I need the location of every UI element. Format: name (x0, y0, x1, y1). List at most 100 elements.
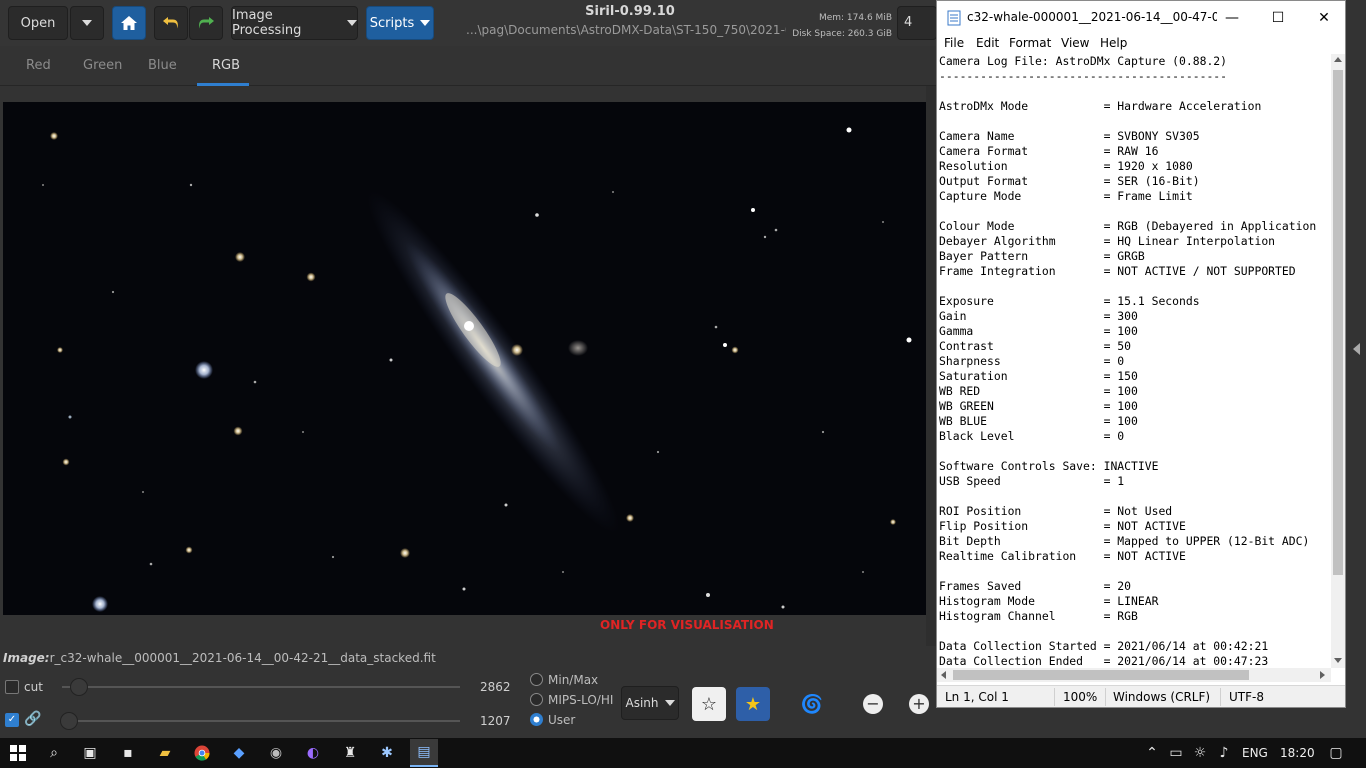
channel-tabs: Red Green Blue RGB (0, 46, 936, 86)
visualisation-warning: ONLY FOR VISUALISATION (600, 618, 774, 632)
notepad-taskbar-button[interactable]: ▤ (410, 739, 438, 767)
notepad-titlebar[interactable]: c32-whale-000001__2021-06-14__00-47-08__… (937, 1, 1345, 35)
maximize-button[interactable]: ☐ (1255, 5, 1301, 31)
disk-space: Disk Space: 260.3 GiB (792, 29, 892, 39)
chevron-down-icon (82, 20, 92, 26)
horizontal-scroll-thumb[interactable] (953, 670, 1249, 680)
image-info-label: Image: (3, 651, 50, 665)
undo-button[interactable] (154, 6, 188, 40)
chrome-icon (194, 745, 210, 761)
taskbar-app-2[interactable]: ◆ (225, 742, 253, 764)
cut-checkbox[interactable] (5, 680, 19, 694)
vertical-scrollbar[interactable] (1331, 54, 1345, 668)
viewport-gutter (926, 86, 936, 646)
start-button[interactable] (4, 742, 32, 764)
mips-label: MIPS-LO/HI (548, 693, 614, 707)
battery-button[interactable]: ▭ (1164, 742, 1188, 764)
search-button[interactable]: ⌕ (40, 742, 68, 764)
scroll-up-icon[interactable] (1334, 57, 1342, 62)
low-slider-track[interactable] (62, 720, 460, 722)
user-radio[interactable] (530, 713, 543, 726)
text-line: Frame Integration = NOT ACTIVE / NOT SUP… (939, 264, 1296, 278)
low-slider-handle[interactable] (60, 712, 78, 730)
memory-info: Mem: 174.6 MiB Disk Space: 260.3 GiB (792, 10, 892, 42)
image-viewport[interactable] (3, 102, 926, 615)
tab-blue[interactable]: Blue (148, 58, 177, 73)
stretch-dropdown[interactable]: Asinh (621, 686, 679, 720)
mips-radio[interactable] (530, 693, 543, 706)
folder-icon: ▰ (159, 745, 171, 761)
color-saturation-button[interactable]: ★ (736, 687, 770, 721)
taskbar-app-1[interactable]: ▪ (114, 742, 142, 764)
stretch-label: Asinh (625, 696, 659, 710)
negative-view-button[interactable]: ☆ (692, 687, 726, 721)
text-line: Data Collection Started = 2021/06/14 at … (939, 639, 1269, 653)
taskbar-app-3[interactable]: ◉ (262, 742, 290, 764)
taskbar-app-5[interactable]: ♜ (336, 742, 364, 764)
active-tab-indicator (197, 83, 249, 86)
link-checkbox[interactable]: ✓ (5, 713, 19, 727)
text-line: Camera Format = RAW 16 (939, 144, 1159, 158)
high-slider-handle[interactable] (70, 678, 88, 696)
notepad-text-area[interactable]: Camera Log File: AstroDMx Capture (0.88.… (939, 54, 1331, 669)
text-line: USB Speed = 1 (939, 474, 1125, 488)
app-icon: ◉ (269, 745, 283, 761)
app-icon: ♜ (343, 745, 357, 761)
minmax-radio[interactable] (530, 673, 543, 686)
menu-file[interactable]: File (944, 36, 964, 50)
chevron-left-icon[interactable] (1353, 343, 1360, 355)
horizontal-scrollbar[interactable] (937, 668, 1331, 682)
text-line: ----------------------------------------… (939, 69, 1228, 83)
zoom-in-button[interactable]: + (902, 687, 936, 721)
chrome-button[interactable] (188, 742, 216, 764)
thread-count-spinner[interactable]: 4 (897, 6, 937, 40)
image-processing-menu[interactable]: Image Processing (231, 6, 358, 40)
chevron-up-icon: ⌃ (1146, 745, 1158, 761)
notepad-window[interactable]: c32-whale-000001__2021-06-14__00-47-08__… (936, 0, 1346, 708)
redo-button[interactable] (189, 6, 223, 40)
text-line: Debayer Algorithm = HQ Linear Interpolat… (939, 234, 1276, 248)
menu-format[interactable]: Format (1009, 36, 1051, 50)
open-button[interactable]: Open (8, 6, 68, 40)
tab-rgb[interactable]: RGB (212, 58, 240, 73)
text-line: WB RED = 100 (939, 384, 1138, 398)
network-button[interactable]: ☼ (1188, 742, 1212, 764)
scroll-right-icon[interactable] (1320, 671, 1325, 679)
close-button[interactable]: ✕ (1301, 5, 1347, 31)
menu-edit[interactable]: Edit (976, 36, 999, 50)
text-line: WB BLUE = 100 (939, 414, 1138, 428)
zoom-out-button[interactable]: − (856, 687, 890, 721)
home-button[interactable] (112, 6, 146, 40)
minimize-button[interactable]: — (1209, 5, 1255, 31)
file-explorer-button[interactable]: ▰ (151, 742, 179, 764)
action-center-button[interactable]: ▢ (1322, 742, 1350, 764)
cursor-position: Ln 1, Col 1 (945, 690, 1009, 704)
clock[interactable]: 18:20 (1280, 746, 1315, 760)
text-line (939, 84, 1331, 99)
menu-help[interactable]: Help (1100, 36, 1127, 50)
scripts-menu[interactable]: Scripts (366, 6, 434, 40)
tab-green[interactable]: Green (83, 58, 122, 73)
scroll-down-icon[interactable] (1334, 658, 1342, 663)
undo-icon (163, 17, 178, 29)
show-hidden-icons[interactable]: ⌃ (1140, 742, 1164, 764)
high-slider-track[interactable] (62, 686, 460, 688)
text-line: Saturation = 150 (939, 369, 1138, 383)
tab-red[interactable]: Red (26, 58, 51, 73)
text-line: Black Level = 0 (939, 429, 1125, 443)
text-line: AstroDMx Mode = Hardware Acceleration (939, 99, 1262, 113)
text-line: WB GREEN = 100 (939, 399, 1138, 413)
photometry-button[interactable]: 🌀 (795, 687, 829, 721)
galaxy-icon: 🌀 (800, 693, 824, 715)
scroll-left-icon[interactable] (941, 671, 946, 679)
menu-view[interactable]: View (1061, 36, 1089, 50)
taskbar-app-4[interactable]: ◐ (299, 742, 327, 764)
siril-taskbar-button[interactable]: ✱ (373, 742, 401, 764)
task-view-button[interactable]: ▣ (76, 742, 104, 764)
input-language[interactable]: ENG (1242, 746, 1268, 760)
text-line (939, 624, 1331, 639)
vertical-scroll-thumb[interactable] (1333, 70, 1343, 575)
recent-files-dropdown[interactable] (70, 6, 104, 40)
notepad-icon: ▤ (417, 744, 431, 760)
volume-button[interactable]: ♪ (1212, 742, 1236, 764)
